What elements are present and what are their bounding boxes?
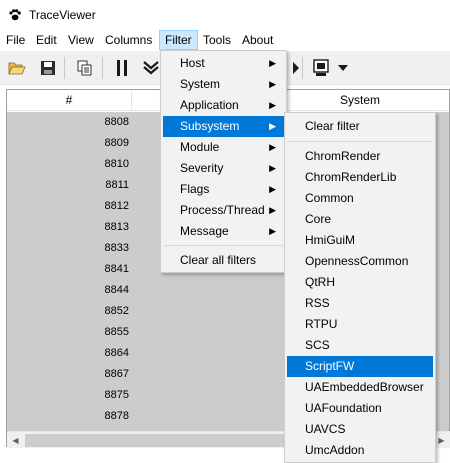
submenu-arrow-icon: ▶ [269, 100, 276, 110]
monitor-icon[interactable] [310, 57, 332, 79]
row-number: 8852 [104, 305, 129, 317]
menu-filter[interactable]: Filter [159, 30, 198, 50]
filter-menu-process-thread[interactable]: Process/Thread ▶ [163, 200, 284, 221]
menu-item-label: Message [180, 224, 229, 238]
menu-item-label: Module [180, 140, 220, 154]
menu-item-label: Severity [180, 161, 224, 175]
subsystem-item[interactable]: Common [287, 188, 433, 209]
menu-about[interactable]: About [237, 30, 278, 50]
submenu-arrow-icon: ▶ [269, 184, 276, 194]
pause-icon[interactable] [111, 57, 133, 79]
window-title: TraceViewer [29, 8, 96, 22]
menu-item-label: Process/Thread [180, 203, 265, 217]
filter-menu-subsystem[interactable]: Subsystem ▶ [163, 116, 284, 137]
row-number: 8875 [104, 389, 129, 401]
subsystem-item[interactable]: SCS [287, 335, 433, 356]
menu-bar: File Edit View Columns Filter Tools Abou… [0, 30, 450, 50]
play-icon[interactable] [286, 57, 308, 79]
subsystem-item[interactable]: HmiGuiM [287, 230, 433, 251]
subsystem-item-highlighted[interactable]: ScriptFW [287, 356, 433, 377]
row-number: 8841 [104, 263, 129, 275]
menu-file[interactable]: File [1, 30, 30, 50]
subsystem-item[interactable]: RSS [287, 293, 433, 314]
menu-separator [164, 245, 283, 246]
submenu-arrow-icon: ▶ [269, 205, 276, 215]
toolbar-separator [64, 57, 65, 79]
menu-separator [288, 141, 432, 142]
copy-icon[interactable] [74, 57, 96, 79]
menu-item-label: Host [180, 56, 205, 70]
clear-all-filters-item[interactable]: Clear all filters [163, 250, 284, 271]
save-icon[interactable] [37, 57, 59, 79]
row-number: 8809 [104, 137, 129, 149]
menu-item-label: System [180, 77, 221, 91]
subsystem-item[interactable]: ChromRenderLib [287, 167, 433, 188]
toolbar-separator [102, 57, 103, 79]
subsystem-item[interactable]: UmcAddon [287, 440, 433, 461]
row-number: 8833 [104, 242, 129, 254]
menu-columns[interactable]: Columns [100, 30, 157, 50]
submenu-arrow-icon: ▶ [269, 163, 276, 173]
subsystem-item[interactable]: RTPU [287, 314, 433, 335]
submenu-arrow-icon: ▶ [269, 79, 276, 89]
subsystem-item[interactable]: OpennessCommon [287, 251, 433, 272]
open-folder-icon[interactable] [6, 57, 28, 79]
column-header-number[interactable]: # [7, 90, 131, 111]
column-divider[interactable] [131, 90, 132, 111]
menu-edit[interactable]: Edit [31, 30, 62, 50]
filter-funnel-icon[interactable] [140, 57, 162, 79]
row-number: 8878 [104, 410, 129, 422]
menu-item-label: Application [180, 98, 239, 112]
subsystem-item[interactable]: QtRH [287, 272, 433, 293]
menu-item-label: Flags [180, 182, 210, 196]
submenu-arrow-icon: ▶ [269, 226, 276, 236]
row-number: 8811 [105, 179, 129, 191]
subsystem-item[interactable]: UAEmbeddedBrowser [287, 377, 433, 398]
menu-tools[interactable]: Tools [198, 30, 236, 50]
filter-menu-system[interactable]: System ▶ [163, 74, 284, 95]
subsystem-item[interactable]: ChromRender [287, 146, 433, 167]
toolbar-separator [302, 57, 303, 79]
title-bar: TraceViewer [0, 0, 450, 30]
filter-menu-message[interactable]: Message ▶ [163, 221, 284, 242]
menu-view[interactable]: View [63, 30, 99, 50]
clear-filter-item[interactable]: Clear filter [287, 116, 433, 137]
filter-menu-module[interactable]: Module ▶ [163, 137, 284, 158]
row-number: 8808 [104, 116, 129, 128]
column-header-system[interactable]: System [290, 90, 430, 111]
filter-menu-flags[interactable]: Flags ▶ [163, 179, 284, 200]
filter-menu: Host ▶ System ▶ Application ▶ Subsystem ▶ Mo… [160, 50, 287, 273]
scroll-left-icon[interactable]: ◀ [7, 432, 24, 449]
dropdown-arrow-icon[interactable] [332, 57, 354, 79]
menu-item-label: Subsystem [180, 119, 240, 133]
subsystem-submenu: Clear filter ChromRender ChromRenderLib … [284, 112, 436, 463]
filter-menu-application[interactable]: Application ▶ [163, 95, 284, 116]
row-number: 8855 [104, 326, 129, 338]
row-number: 8864 [104, 347, 129, 359]
filter-menu-severity[interactable]: Severity ▶ [163, 158, 284, 179]
subsystem-item[interactable]: UAFoundation [287, 398, 433, 419]
row-number: 8844 [104, 284, 129, 296]
filter-menu-host[interactable]: Host ▶ [163, 53, 284, 74]
row-number: 8813 [104, 221, 129, 233]
submenu-arrow-icon: ▶ [269, 58, 276, 68]
subsystem-item[interactable]: UAVCS [287, 419, 433, 440]
paw-icon [9, 9, 21, 21]
subsystem-item[interactable]: Core [287, 209, 433, 230]
row-number: 8867 [104, 368, 129, 380]
submenu-arrow-icon: ▶ [269, 142, 276, 152]
row-number: 8810 [104, 158, 129, 170]
row-number: 8812 [104, 200, 129, 212]
submenu-arrow-icon: ▶ [269, 121, 276, 131]
